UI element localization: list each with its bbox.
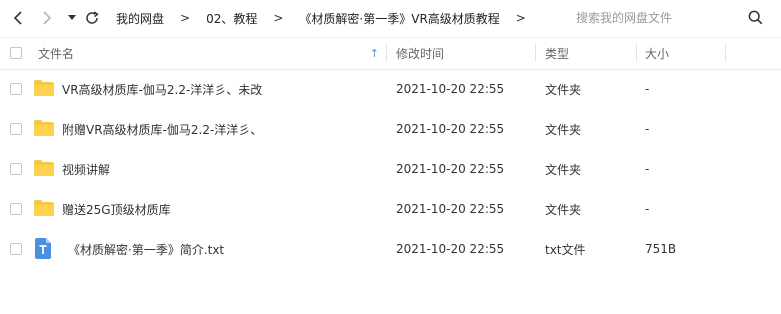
file-name[interactable]: 视频讲解 (62, 149, 110, 189)
folder-icon (34, 160, 54, 176)
table-row[interactable]: 赠送25G顶级材质库 2021-10-20 22:55 文件夹 - (0, 189, 781, 229)
column-header-modified-label: 修改时间 (396, 46, 445, 61)
file-size: - (645, 122, 650, 136)
sort-ascending-icon: ↑ (369, 46, 379, 60)
file-size: - (645, 162, 650, 176)
column-header-type[interactable]: 类型 (545, 37, 569, 69)
folder-icon (34, 200, 54, 216)
select-all-checkbox-cell (10, 37, 22, 69)
breadcrumb-separator: > (273, 11, 284, 25)
folder-icon (34, 80, 54, 96)
breadcrumb-item-current[interactable]: 《材质解密·第一季》VR高级材质教程 (295, 10, 503, 27)
breadcrumb: 我的网盘 > 02、教程 > 《材质解密·第一季》VR高级材质教程 > (112, 4, 552, 32)
refresh-icon (86, 11, 99, 24)
breadcrumb-separator: > (180, 11, 191, 25)
column-header-name[interactable]: 文件名 ↑ (38, 37, 383, 69)
row-checkbox[interactable] (10, 123, 22, 135)
forward-button[interactable] (37, 8, 57, 28)
file-modified: 2021-10-20 22:55 (396, 122, 505, 136)
back-button[interactable] (8, 8, 28, 28)
search-box (568, 4, 773, 32)
table-row[interactable]: 附赠VR高级材质库-伽马2.2-洋洋彡、 2021-10-20 22:55 文件… (0, 109, 781, 149)
column-divider[interactable] (636, 44, 637, 62)
file-size: - (645, 82, 650, 96)
file-name[interactable]: 《材质解密·第一季》简介.txt (68, 229, 224, 269)
text-file-icon (35, 238, 51, 259)
search-icon[interactable] (748, 10, 763, 25)
select-all-checkbox[interactable] (10, 47, 22, 59)
folder-icon (34, 120, 54, 136)
row-checkbox[interactable] (10, 243, 22, 255)
breadcrumb-item-tutorial[interactable]: 02、教程 (202, 10, 261, 27)
breadcrumb-separator: > (515, 11, 526, 25)
row-checkbox[interactable] (10, 203, 22, 215)
column-header-name-label: 文件名 (38, 46, 75, 61)
file-modified: 2021-10-20 22:55 (396, 82, 505, 96)
file-name[interactable]: VR高级材质库-伽马2.2-洋洋彡、未改 (62, 69, 262, 109)
file-name[interactable]: 赠送25G顶级材质库 (62, 189, 171, 229)
refresh-button[interactable] (82, 8, 102, 28)
toolbar: 我的网盘 > 02、教程 > 《材质解密·第一季》VR高级材质教程 > (0, 0, 781, 38)
file-size: - (645, 202, 650, 216)
file-modified: 2021-10-20 22:55 (396, 202, 505, 216)
history-dropdown-button[interactable] (62, 8, 82, 28)
column-header-size[interactable]: 大小 (645, 37, 669, 69)
column-divider[interactable] (725, 44, 726, 62)
column-header-type-label: 类型 (545, 46, 570, 61)
file-type: 文件夹 (545, 202, 582, 217)
file-type: txt文件 (545, 242, 586, 257)
table-row[interactable]: VR高级材质库-伽马2.2-洋洋彡、未改 2021-10-20 22:55 文件… (0, 69, 781, 109)
breadcrumb-item-root[interactable]: 我的网盘 (112, 10, 168, 27)
search-input[interactable] (568, 10, 748, 26)
file-type: 文件夹 (545, 122, 582, 137)
file-modified: 2021-10-20 22:55 (396, 162, 505, 176)
column-divider[interactable] (386, 44, 387, 62)
row-checkbox[interactable] (10, 163, 22, 175)
column-divider[interactable] (535, 44, 536, 62)
chevron-right-icon (43, 11, 52, 25)
column-header-size-label: 大小 (645, 46, 670, 61)
file-type: 文件夹 (545, 82, 582, 97)
table-row[interactable]: 视频讲解 2021-10-20 22:55 文件夹 - (0, 149, 781, 189)
file-modified: 2021-10-20 22:55 (396, 242, 505, 256)
caret-down-icon (68, 15, 76, 20)
chevron-left-icon (13, 11, 22, 25)
column-header-modified[interactable]: 修改时间 (396, 37, 444, 69)
table-row[interactable]: 《材质解密·第一季》简介.txt 2021-10-20 22:55 txt文件 … (0, 229, 781, 269)
file-size: 751B (645, 242, 677, 256)
file-list-header: 文件名 ↑ 修改时间 类型 大小 (0, 37, 781, 70)
file-name[interactable]: 附赠VR高级材质库-伽马2.2-洋洋彡、 (62, 109, 262, 149)
file-type: 文件夹 (545, 162, 582, 177)
row-checkbox[interactable] (10, 83, 22, 95)
